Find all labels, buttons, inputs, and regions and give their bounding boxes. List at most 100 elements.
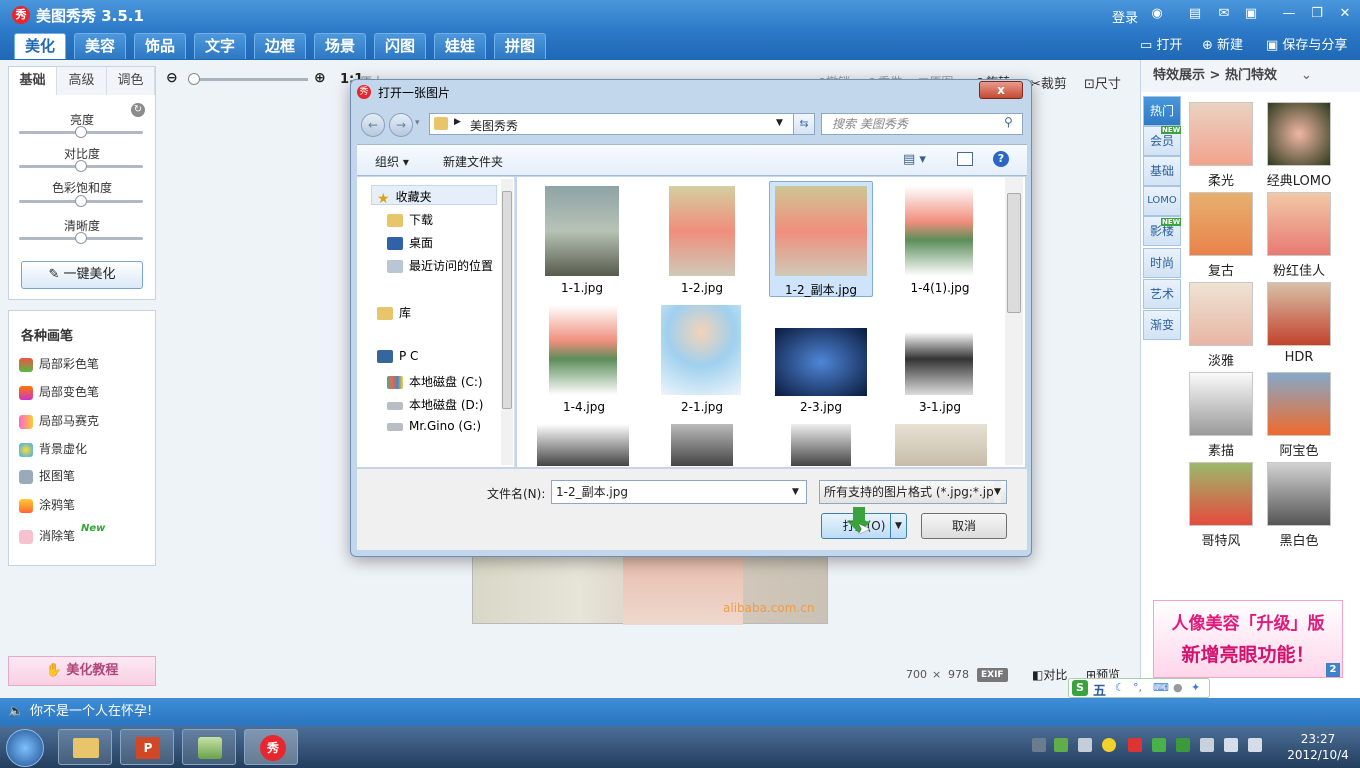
history-chevron-icon[interactable]: ▾ [415,118,420,128]
file-name-1-2-copy[interactable]: 1-2_副本.jpg [766,281,876,298]
open-split-dropdown-icon[interactable]: ▼ [890,514,906,538]
effect-lomo-thumb[interactable] [1267,102,1331,166]
filename-input[interactable]: 1-2_副本.jpg ▼ [551,480,807,504]
tab-text[interactable]: 文字 [194,33,247,59]
file-name-3-1[interactable]: 3-1.jpg [885,400,995,414]
ime-punct-icon[interactable]: °, [1133,681,1142,694]
ime-toolbar[interactable]: S 五 ☾ °, ⌨ ● ✦ [1068,678,1210,699]
exif-button[interactable]: EXIF [977,668,1008,682]
tab-beauty[interactable]: 美容 [74,33,127,59]
file-thumb-row3-d[interactable] [895,424,987,466]
help-icon[interactable]: ? [993,151,1009,167]
forward-button[interactable]: → [389,113,413,137]
dialog-close-button[interactable]: x [979,81,1023,99]
file-thumb-3-1[interactable] [905,305,973,395]
nav-disk-g[interactable]: Mr.Gino (G:) [387,419,481,433]
nav-pc[interactable]: P C [377,349,418,363]
file-thumb-1-4-1[interactable] [905,186,973,276]
vtab-basic[interactable]: 基础 [1143,156,1181,186]
breadcrumb-effects[interactable]: 特效展示 [1153,68,1205,83]
nav-scrollbar[interactable] [501,179,513,465]
brightness-slider[interactable] [19,126,143,138]
file-name-2-3[interactable]: 2-3.jpg [766,400,876,414]
tab-doll[interactable]: 娃娃 [434,33,487,59]
saturation-knob[interactable] [75,195,87,207]
brightness-knob[interactable] [75,126,87,138]
tab-scene[interactable]: 场景 [314,33,367,59]
notes-icon[interactable]: ▤ [1186,5,1204,23]
organize-menu[interactable]: 组织 ▾ [375,153,409,170]
sharpness-knob[interactable] [75,232,87,244]
tab-flash[interactable]: 闪图 [374,33,427,59]
ime-moon-icon[interactable]: ☾ [1115,681,1125,694]
subtab-tone[interactable]: 调色 [107,67,155,95]
tab-frame[interactable]: 边框 [254,33,307,59]
nav-favorites[interactable]: ★ 收藏夹 [377,188,432,207]
file-thumb-row3-c[interactable] [791,424,851,466]
file-thumb-row3-a[interactable] [537,424,629,466]
brush-local-color[interactable]: 局部彩色笔 [19,355,99,372]
brush-cutout[interactable]: 抠图笔 [19,467,75,484]
tray-volume-icon[interactable] [1078,738,1092,752]
status-message[interactable]: 你不是一个人在怀孕! [30,700,152,724]
preview-pane-icon[interactable] [957,152,973,166]
effect-hdr-thumb[interactable] [1267,282,1331,346]
brush-eraser[interactable]: 消除笔 [19,527,75,544]
nav-desktop[interactable]: 桌面 [387,234,433,251]
file-name-1-2[interactable]: 1-2.jpg [647,281,757,295]
promo-banner[interactable]: 人像美容「升级」版 新增亮眼功能！ 2 [1153,600,1343,678]
file-thumb-1-2[interactable] [669,186,735,276]
chevron-down-icon[interactable]: ⌄ [1301,60,1312,92]
sharpness-slider[interactable] [19,232,143,244]
taskbar-meitu[interactable]: 秀 [244,729,298,765]
effect-elegant-thumb[interactable] [1189,282,1253,346]
close-icon[interactable]: ✕ [1336,5,1354,23]
file-name-1-4[interactable]: 1-4.jpg [529,400,639,414]
subtab-advanced[interactable]: 高级 [57,67,107,95]
effect-sketch-thumb[interactable] [1189,372,1253,436]
zoom-slider[interactable] [188,73,308,85]
compare-button[interactable]: ◧对比 [1032,666,1067,683]
taskbar-explorer[interactable] [58,729,112,765]
tray-alert-icon[interactable] [1128,738,1142,752]
message-icon[interactable]: ✉ [1215,5,1233,23]
file-name-1-4-1[interactable]: 1-4(1).jpg [885,281,995,295]
effect-abao-thumb[interactable] [1267,372,1331,436]
nav-disk-c[interactable]: 本地磁盘 (C:) [387,373,483,390]
filetype-select[interactable]: 所有支持的图片格式 (*.jpg;*.jp ▼ [819,480,1007,504]
subtab-basic[interactable]: 基础 [9,67,57,95]
effect-pink-lady-thumb[interactable] [1267,192,1331,256]
zoom-out-icon[interactable]: ⊖ [166,70,178,86]
file-thumb-2-3[interactable] [775,328,867,396]
crop-button[interactable]: ✂裁剪 [1030,73,1067,92]
file-thumb-row3-b[interactable] [671,424,733,466]
nav-disk-d[interactable]: 本地磁盘 (D:) [387,396,483,413]
nav-recent[interactable]: 最近访问的位置 [387,257,493,274]
ime-mode-label[interactable]: 五 [1093,680,1106,699]
effect-gothic-thumb[interactable] [1189,462,1253,526]
zoom-knob[interactable] [188,73,200,85]
system-clock[interactable]: 23:27 2012/10/4 [1280,731,1356,763]
tray-sync-icon[interactable] [1152,738,1166,752]
filename-dropdown-icon[interactable]: ▼ [792,481,799,503]
filetype-dropdown-icon[interactable]: ▼ [994,481,1001,503]
tray-plus-icon[interactable] [1102,738,1116,752]
speaker-icon[interactable]: 🔈 [8,700,24,724]
file-thumb-1-2-copy[interactable] [775,186,867,276]
vtab-lomo[interactable]: LOMO [1143,186,1181,216]
saturation-slider[interactable] [19,195,143,207]
tab-beautify[interactable]: 美化 [14,33,67,59]
brush-mosaic[interactable]: 局部马赛克 [19,412,99,429]
back-button[interactable]: ← [361,113,385,137]
file-name-2-1[interactable]: 2-1.jpg [647,400,757,414]
vtab-art[interactable]: 艺术 [1143,279,1181,309]
vtab-hot[interactable]: 热门 [1143,96,1181,126]
file-scrollbar-thumb[interactable] [1007,193,1021,313]
view-menu-icon[interactable]: ▤ ▾ [903,152,926,167]
open-button[interactable]: ▭ 打开 [1140,34,1182,53]
new-button[interactable]: ⊕ 新建 [1202,34,1243,53]
skin-icon[interactable]: ▣ [1242,5,1260,23]
nav-downloads[interactable]: 下载 [387,211,433,228]
ime-user-icon[interactable]: ● [1173,681,1183,694]
new-folder-button[interactable]: 新建文件夹 [443,153,503,170]
